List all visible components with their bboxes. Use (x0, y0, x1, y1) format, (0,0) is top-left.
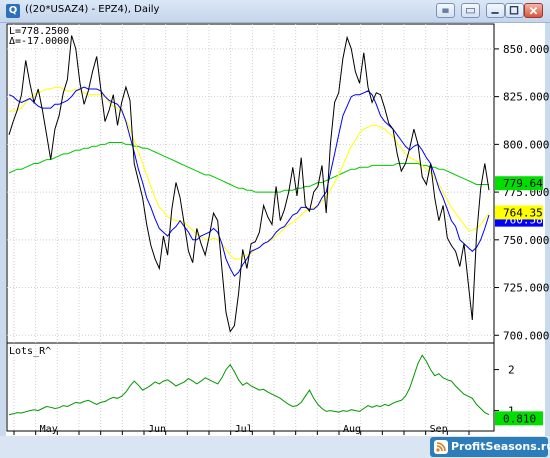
y-tick-label: 800.000 (503, 138, 549, 151)
chart-area[interactable]: 1011219260209162301071428280411182501081… (0, 0, 550, 458)
delta-label: Δ=-17.0000 (9, 36, 69, 47)
indicator-y-tick-label: 2 (508, 364, 515, 377)
month-label: Sep (430, 424, 448, 435)
month-label: Jun (148, 424, 166, 435)
price-tag: 764.35 (495, 205, 543, 220)
y-tick-label: 725.000 (503, 282, 549, 295)
indicator-panel[interactable] (6, 342, 495, 432)
indicator-tag-label: 0.810 (503, 412, 536, 425)
price-panel[interactable] (6, 23, 495, 344)
indicator-title: Lots_R^ (9, 346, 51, 357)
brand-text: ProfitSeasons.ru (451, 440, 550, 453)
month-label: Aug (343, 424, 361, 435)
month-label: May (40, 424, 58, 435)
app-window: Q ((20*USAZ4) - EPZ4), Daily 10112192602… (0, 0, 550, 458)
y-tick-label: 750.000 (503, 234, 549, 247)
brand-badge[interactable]: ProfitSeasons.ru (430, 437, 550, 457)
price-tag-label: 779.64 (503, 177, 543, 190)
price-tag: 779.64 (495, 176, 543, 191)
indicator-tag: 0.810 (495, 411, 543, 426)
month-label: Jul (235, 424, 253, 435)
y-tick-label: 825.000 (503, 91, 549, 104)
rss-icon (434, 440, 448, 454)
price-tag-label: 764.35 (503, 206, 543, 219)
y-tick-label: 700.000 (503, 329, 549, 342)
y-tick-label: 850.000 (503, 43, 549, 56)
